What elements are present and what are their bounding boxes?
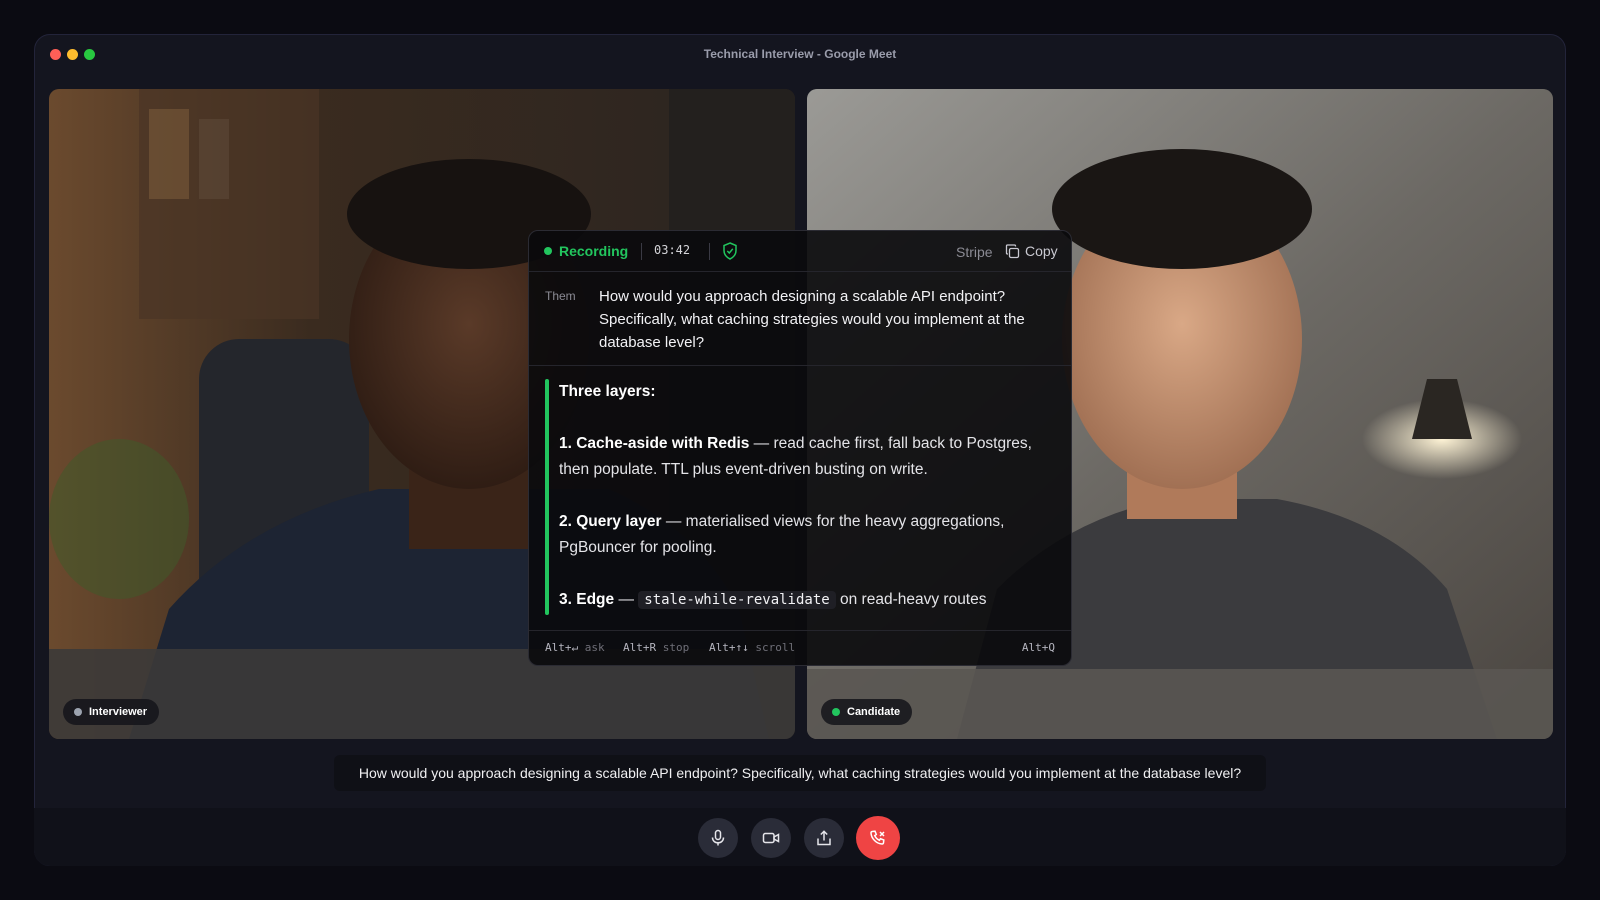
window-title: Technical Interview - Google Meet <box>703 47 897 61</box>
camera-icon <box>762 832 780 844</box>
speaker-label: Them <box>545 289 576 303</box>
shortcut-bar: Alt+↵ ask Alt+R stop Alt+↑↓ scroll Alt+Q <box>529 630 1071 665</box>
shield-check-icon <box>723 242 737 260</box>
recording-status: Recording <box>559 243 629 259</box>
copy-label: Copy <box>1025 243 1058 259</box>
end-call-button[interactable] <box>856 816 900 860</box>
answer-item: 3. Edge — stale-while-revalidate on read… <box>559 591 987 609</box>
status-dot <box>74 708 82 716</box>
answer-item: 2. Query layer — materialised views for … <box>559 513 1005 556</box>
share-screen-icon <box>817 830 831 846</box>
participant-tag-candidate: Candidate <box>821 699 913 725</box>
question-row: Them How would you approach designing a … <box>529 271 1071 366</box>
shortcut-scroll: Alt+↑↓ scroll <box>709 641 796 654</box>
camera-button[interactable] <box>751 818 791 858</box>
divider <box>641 243 642 260</box>
answer-item: 1. Cache-aside with Redis — read cache f… <box>559 435 1032 478</box>
microphone-icon <box>711 829 725 846</box>
answer-block: Three layers: 1. Cache-aside with Redis … <box>545 379 1055 615</box>
recording-indicator <box>544 247 552 255</box>
status-dot <box>832 708 840 716</box>
divider <box>709 243 710 260</box>
shortcut-ask: Alt+↵ ask <box>545 641 605 654</box>
microphone-button[interactable] <box>698 818 738 858</box>
participant-name: Candidate <box>847 706 901 718</box>
shortcut-stop: Alt+R stop <box>623 641 690 654</box>
answer-body: Three layers: 1. Cache-aside with Redis … <box>559 379 1049 639</box>
end-call-icon <box>870 830 885 845</box>
title-bar: Technical Interview - Google Meet <box>35 35 1565 75</box>
participant-name: Interviewer <box>89 706 148 718</box>
question-text: How would you approach designing a scala… <box>599 288 1025 351</box>
overlay-header: Recording 03:42 Stripe Copy <box>529 231 1071 272</box>
live-caption: How would you approach designing a scala… <box>334 755 1266 791</box>
call-controls <box>34 808 1566 866</box>
copy-icon <box>1005 244 1020 259</box>
participant-tag-interviewer: Interviewer <box>63 699 160 725</box>
company-label: Stripe <box>956 244 993 260</box>
answer-accent-bar <box>545 379 549 615</box>
answer-heading: Three layers: <box>559 383 656 400</box>
recording-timer: 03:42 <box>654 243 691 257</box>
copy-button[interactable]: Copy <box>1005 241 1058 263</box>
shortcut-hide: Alt+Q <box>1021 641 1055 654</box>
assistant-overlay[interactable]: Recording 03:42 Stripe Copy Them How wou… <box>528 230 1072 666</box>
code-snippet: stale-while-revalidate <box>638 591 836 609</box>
share-screen-button[interactable] <box>804 818 844 858</box>
